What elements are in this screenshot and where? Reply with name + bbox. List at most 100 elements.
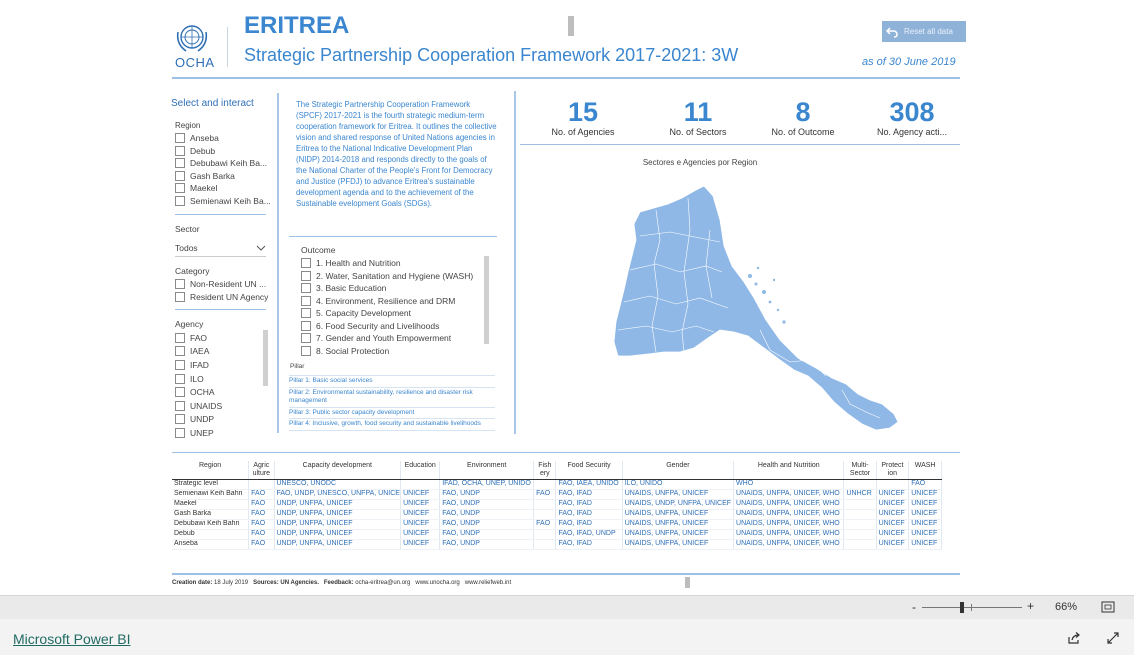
agency-option[interactable]: OCHA <box>175 385 263 399</box>
agency-option[interactable]: UNAIDS <box>175 399 263 413</box>
table-cell: WHO <box>733 479 845 490</box>
checkbox[interactable] <box>301 258 311 269</box>
column-header[interactable]: Gender <box>622 461 735 480</box>
drag-handle[interactable] <box>685 577 690 588</box>
outcome-option[interactable]: 7. Gender and Youth Empowerment <box>301 332 481 345</box>
outcome-option[interactable]: 8. Social Protection <box>301 345 481 357</box>
column-header[interactable]: Protect ion <box>876 461 910 480</box>
zoom-slider-track[interactable] <box>922 607 1022 608</box>
checkbox[interactable] <box>175 158 185 169</box>
agency-option[interactable]: ILO <box>175 372 263 386</box>
footer-link-ocha[interactable]: www.unocha.org <box>415 580 459 586</box>
table-row[interactable]: Strategic level UNESCO, UNODC IFAD, OCHA, … <box>172 479 942 490</box>
footer-link-reliefweb[interactable]: www.reliefweb.int <box>465 580 511 586</box>
checkbox[interactable] <box>175 170 185 181</box>
checkbox[interactable] <box>175 195 185 206</box>
table-row[interactable]: Semienawi Keih Bahri FAO FAO, UNDP, UNESCO… <box>172 489 942 500</box>
agency-option[interactable]: UNDP <box>175 413 263 427</box>
column-header[interactable]: Education <box>400 461 441 480</box>
zoom-in-button[interactable]: + <box>1027 599 1034 613</box>
region-option[interactable]: Debub <box>175 145 270 158</box>
checkbox[interactable] <box>301 320 311 331</box>
checkbox[interactable] <box>175 400 185 411</box>
outcome-option[interactable]: 5. Capacity Development <box>301 307 481 320</box>
kpi-outcome: 8 No. of Outcome <box>748 97 858 137</box>
checkbox-label: 3. Basic Education <box>316 283 387 294</box>
checkbox[interactable] <box>301 283 311 294</box>
pillar-option[interactable]: Pillar 4: Inclusive, growth, food securi… <box>289 419 495 431</box>
agency-scrollbar[interactable] <box>263 330 268 386</box>
map-region-shape[interactable] <box>613 185 899 431</box>
agency-option[interactable]: UNEP <box>175 426 263 439</box>
reset-all-data-button[interactable]: Reset all data <box>882 21 966 42</box>
checkbox[interactable] <box>301 308 311 319</box>
eritrea-region-map[interactable] <box>610 180 902 440</box>
column-header[interactable]: Agric ulture <box>248 461 275 480</box>
expand-icon[interactable] <box>1106 631 1120 645</box>
outcome-option[interactable]: 4. Environment, Resilience and DRM <box>301 295 481 308</box>
checkbox[interactable] <box>301 345 311 356</box>
table-cell: UNICEF <box>908 509 942 520</box>
checkbox[interactable] <box>175 427 185 438</box>
region-option[interactable]: Maekel <box>175 182 270 195</box>
checkbox[interactable] <box>175 145 185 156</box>
checkbox[interactable] <box>175 346 185 357</box>
region-option[interactable]: Anseba <box>175 132 270 145</box>
section-rule <box>172 452 960 453</box>
outcome-option[interactable]: 1. Health and Nutrition <box>301 257 481 270</box>
fit-to-page-icon[interactable] <box>1101 601 1115 613</box>
column-header[interactable]: Health and Nutrition <box>733 461 845 480</box>
checkbox[interactable] <box>175 373 185 384</box>
checkbox[interactable] <box>301 270 311 281</box>
pillar-option[interactable]: Pillar 1: Basic social services <box>289 376 495 388</box>
powerbi-link[interactable]: Microsoft Power BI <box>13 631 130 647</box>
table-row[interactable]: Debubawi Keih Bahri FAO UNDP, UNFPA, UNICE… <box>172 519 942 530</box>
checkbox[interactable] <box>175 291 185 302</box>
agency-option[interactable]: IAEA <box>175 345 263 359</box>
checkbox[interactable] <box>175 133 185 144</box>
column-header[interactable]: WASH <box>908 461 942 480</box>
region-option[interactable]: Debubawi Keih Ba... <box>175 157 270 170</box>
agency-option[interactable]: FAO <box>175 331 263 345</box>
zoom-slider-tick <box>971 604 972 611</box>
outcome-option[interactable]: 2. Water, Sanitation and Hygiene (WASH) <box>301 270 481 283</box>
table-cell: FAO <box>533 489 557 500</box>
feedback-email[interactable]: ocha-eritrea@un.org <box>355 580 410 586</box>
column-header[interactable]: Region <box>172 461 250 480</box>
checkbox[interactable] <box>175 183 185 194</box>
table-row[interactable]: Debub FAO UNDP, UNFPA, UNICEF UNICEF FAO, UN… <box>172 529 942 540</box>
table-row[interactable]: Maekel FAO UNDP, UNFPA, UNICEF UNICEF FAO, U… <box>172 499 942 510</box>
checkbox[interactable] <box>175 387 185 398</box>
category-option[interactable]: Resident UN Agency <box>175 291 270 304</box>
category-option[interactable]: Non-Resident UN ... <box>175 278 270 291</box>
region-option[interactable]: Semienawi Keih Ba... <box>175 195 270 208</box>
checkbox-label: 2. Water, Sanitation and Hygiene (WASH) <box>316 270 474 281</box>
checkbox[interactable] <box>175 359 185 370</box>
column-header[interactable]: Food Security <box>555 461 623 480</box>
drag-handle[interactable] <box>568 16 574 36</box>
checkbox[interactable] <box>175 279 185 290</box>
table-row[interactable]: Anseba FAO UNDP, UNFPA, UNICEF UNICEF FAO, U… <box>172 539 942 550</box>
pillar-option[interactable]: Pillar 3: Public sector capacity develop… <box>289 408 495 419</box>
column-header[interactable]: Capacity development <box>274 461 402 480</box>
region-option[interactable]: Gash Barka <box>175 170 270 183</box>
outcome-option[interactable]: 6. Food Security and Livelihoods <box>301 320 481 333</box>
column-header[interactable]: Multi-Sector <box>843 461 877 480</box>
outcome-scrollbar[interactable] <box>484 256 489 344</box>
checkbox[interactable] <box>301 333 311 344</box>
zoom-out-button[interactable]: - <box>912 600 916 614</box>
checkbox[interactable] <box>301 295 311 306</box>
sector-dropdown[interactable]: Todos <box>175 240 266 257</box>
outcome-option[interactable]: 3. Basic Education <box>301 282 481 295</box>
table-cell: UNICEF <box>400 499 441 510</box>
agency-option[interactable]: IFAD <box>175 358 263 372</box>
share-icon[interactable] <box>1067 631 1081 645</box>
column-header[interactable]: Fish ery <box>533 461 557 480</box>
table-row[interactable]: Gash Barka FAO UNDP, UNFPA, UNICEF UNICEF FA… <box>172 509 942 520</box>
column-header[interactable]: Environment <box>439 461 535 480</box>
checkbox[interactable] <box>175 332 185 343</box>
zoom-slider-thumb[interactable] <box>960 602 964 613</box>
category-filter-label: Category <box>175 266 210 276</box>
pillar-option[interactable]: Pillar 2: Environmental sustainability, … <box>289 388 495 408</box>
checkbox[interactable] <box>175 414 185 425</box>
